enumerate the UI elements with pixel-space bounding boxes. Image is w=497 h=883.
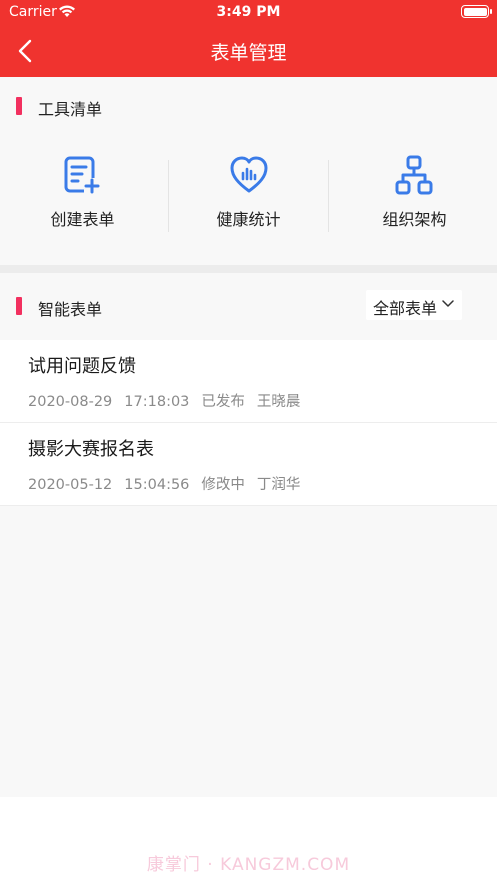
tool-org-structure[interactable]: 组织架构 — [332, 130, 497, 245]
form-filter-dropdown[interactable]: 全部表单 — [366, 290, 462, 320]
form-status: 修改中 — [201, 477, 245, 493]
tool-label: 健康统计 — [216, 210, 281, 229]
list-item[interactable]: 试用问题反馈 2020-08-29 17:18:03 已发布 王晓晨 — [0, 340, 497, 423]
tool-health-stats[interactable]: 健康统计 — [166, 130, 331, 245]
tool-create-form[interactable]: 创建表单 — [0, 130, 165, 245]
page-title: 表单管理 — [210, 42, 287, 64]
form-time: 15:04:56 — [124, 477, 190, 493]
nav-header: Carrier 3:49 PM 表单管理 — [0, 0, 497, 77]
tool-divider — [328, 160, 329, 232]
form-name: 摄影大赛报名表 — [28, 439, 154, 460]
form-date: 2020-08-29 — [28, 394, 113, 410]
watermark: 康掌门 · KANGZM.COM — [146, 855, 351, 875]
form-date: 2020-05-12 — [28, 477, 113, 493]
form-author: 王晓晨 — [256, 394, 301, 410]
status-bar: Carrier 3:49 PM — [0, 0, 497, 26]
form-meta: 2020-05-12 15:04:56 修改中 丁润华 — [28, 473, 312, 494]
form-time: 17:18:03 — [124, 394, 190, 410]
section-accent-bar — [16, 297, 22, 315]
forms-section-title: 智能表单 — [38, 300, 103, 319]
create-form-icon — [64, 156, 100, 194]
form-meta: 2020-08-29 17:18:03 已发布 王晓晨 — [28, 390, 312, 411]
filter-selected-value: 全部表单 — [373, 299, 438, 318]
form-status: 已发布 — [201, 394, 245, 410]
clock: 3:49 PM — [216, 4, 281, 20]
tool-divider — [168, 160, 169, 232]
tool-label: 组织架构 — [382, 210, 447, 229]
tools-grid: 创建表单 健康统计 组织架构 — [0, 130, 497, 245]
tools-section-title: 工具清单 — [38, 100, 103, 119]
section-accent-bar — [16, 97, 22, 115]
battery-icon — [461, 5, 492, 18]
form-author: 丁润华 — [256, 477, 301, 493]
chevron-down-icon — [442, 300, 454, 307]
form-name: 试用问题反馈 — [28, 356, 136, 377]
tool-label: 创建表单 — [50, 210, 115, 229]
section-separator — [0, 265, 497, 273]
tools-section-header: 工具清单 — [0, 80, 497, 130]
org-chart-icon — [395, 155, 433, 195]
list-item[interactable]: 摄影大赛报名表 2020-05-12 15:04:56 修改中 丁润华 — [0, 423, 497, 506]
health-heart-icon — [230, 156, 268, 193]
